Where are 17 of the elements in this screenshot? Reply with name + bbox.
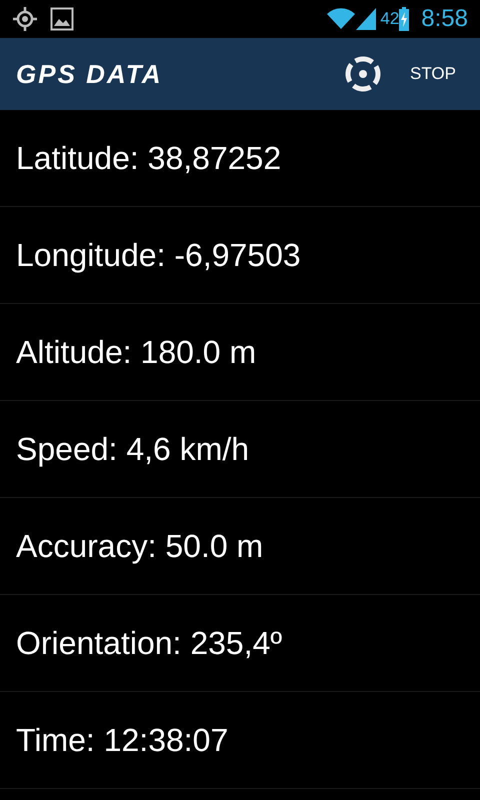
reading-text: Longitude: -6,97503 bbox=[16, 236, 301, 275]
reading-text: Orientation: 235,4º bbox=[16, 624, 282, 663]
battery-percent: 42 bbox=[380, 8, 400, 30]
reading-text: Latitude: 38,87252 bbox=[16, 139, 282, 178]
stop-button[interactable]: STOP bbox=[410, 61, 456, 87]
clock: 8:58 bbox=[421, 4, 468, 34]
app-title: GPS DATA bbox=[16, 58, 162, 90]
crosshair-icon bbox=[12, 6, 38, 32]
reading-text: Speed: 4,6 km/h bbox=[16, 430, 250, 469]
battery-icon bbox=[399, 7, 410, 31]
signal-icon bbox=[356, 8, 376, 30]
wifi-icon bbox=[326, 8, 356, 30]
reading-text: Time: 12:38:07 bbox=[16, 721, 228, 760]
reading-text: Accuracy: 50.0 m bbox=[16, 527, 264, 566]
location-target-icon bbox=[344, 55, 382, 93]
reading-text: Altitude: 180.0 m bbox=[16, 333, 256, 372]
image-icon bbox=[50, 7, 74, 31]
